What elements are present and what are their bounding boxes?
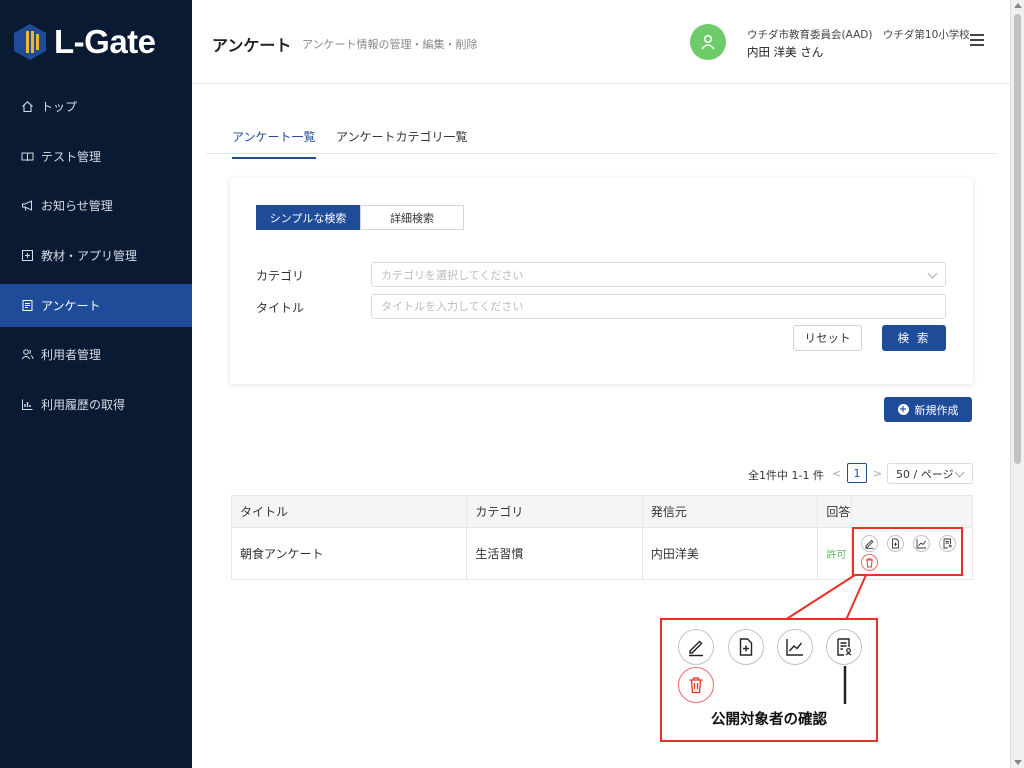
sidebar-item-users[interactable]: 利用者管理 — [0, 333, 192, 376]
pencil-icon — [689, 640, 703, 657]
user-name: 内田 洋美 さん — [747, 45, 824, 59]
column-header-actions — [852, 496, 972, 527]
users-icon — [20, 348, 34, 362]
page-size-value: 50 / ページ — [896, 467, 954, 481]
plus-icon: + — [897, 404, 909, 415]
category-label: カテゴリ — [256, 269, 305, 283]
sidebar-item-test[interactable]: テスト管理 — [0, 135, 192, 178]
edit-icon-large — [678, 629, 714, 665]
advanced-search-button[interactable]: 詳細検索 — [360, 205, 464, 230]
title-label: タイトル — [256, 301, 305, 315]
row-sender: 内田洋美 — [643, 528, 819, 579]
tab-survey-list[interactable]: アンケート一覧 — [232, 128, 316, 159]
pagination-prev[interactable]: < — [832, 467, 841, 480]
row-category: 生活習慣 — [467, 528, 643, 579]
delete-icon-large — [678, 667, 714, 703]
callout-pointer-line — [843, 666, 847, 704]
home-icon — [20, 100, 34, 114]
file-plus-icon — [739, 638, 753, 656]
callout-label: 公開対象者の確認 — [711, 712, 827, 728]
scrollbar-thumb[interactable] — [1014, 14, 1021, 464]
tab-survey-category-list[interactable]: アンケートカテゴリ一覧 — [336, 128, 468, 157]
action-icons-highlight — [852, 527, 963, 576]
sidebar: L-Gate トップ テスト管理 お知らせ管理 教材・アプリ管理 アンケート 利… — [0, 0, 192, 768]
sidebar-item-top[interactable]: トップ — [0, 85, 192, 128]
pagination-total: 全1件中 1-1 件 — [748, 469, 824, 482]
tabs: アンケート一覧 アンケートカテゴリ一覧 — [206, 118, 996, 159]
status-badge: 許可 — [826, 550, 847, 561]
sidebar-item-label: アンケート — [41, 298, 101, 313]
sidebar-nav: トップ テスト管理 お知らせ管理 教材・アプリ管理 アンケート 利用者管理 利用… — [0, 85, 192, 426]
line-chart-icon — [786, 639, 803, 656]
sidebar-item-label: 教材・アプリ管理 — [41, 249, 138, 264]
user-icon — [701, 34, 715, 50]
reset-button[interactable]: リセット — [793, 325, 862, 351]
row-title: 朝食アンケート — [232, 528, 468, 579]
scroll-down-arrow-icon[interactable] — [1014, 760, 1022, 765]
gate-logo-icon — [14, 24, 46, 60]
check-audience-icon-large — [826, 629, 862, 665]
trash-icon — [689, 677, 703, 694]
logo[interactable]: L-Gate — [0, 0, 192, 84]
logo-text: L-Gate — [54, 23, 156, 60]
header: アンケート アンケート情報の管理・編集・削除 ウチダ市教育委員会(AAD) ウチ… — [192, 0, 1010, 84]
page-size-select[interactable]: 50 / ページ — [887, 463, 973, 484]
page-subtitle: アンケート情報の管理・編集・削除 — [302, 38, 478, 51]
sidebar-item-apps[interactable]: 教材・アプリ管理 — [0, 234, 192, 277]
chevron-down-icon — [954, 467, 965, 478]
search-mode-toggle: シンプルな検索 詳細検索 — [256, 205, 464, 230]
page-title: アンケート — [212, 36, 292, 55]
new-survey-label: 新規作成 — [914, 403, 959, 417]
category-placeholder: カテゴリを選択してください — [381, 268, 524, 282]
callout-panel: 公開対象者の確認 — [660, 618, 878, 742]
megaphone-icon — [20, 199, 34, 213]
column-header-title: タイトル — [232, 496, 468, 527]
main-content: アンケート アンケート情報の管理・編集・削除 ウチダ市教育委員会(AAD) ウチ… — [192, 0, 1010, 768]
survey-icon — [20, 298, 34, 312]
category-select[interactable]: カテゴリを選択してください — [371, 262, 946, 287]
column-header-category: カテゴリ — [467, 496, 643, 527]
chart-icon — [20, 398, 34, 412]
hamburger-menu-icon[interactable] — [970, 34, 984, 48]
column-header-answers: 回答 — [818, 496, 853, 527]
scroll-up-arrow-icon[interactable] — [1014, 3, 1022, 8]
sidebar-item-label: テスト管理 — [41, 149, 102, 164]
pagination-next[interactable]: > — [873, 467, 882, 480]
document-user-icon — [837, 638, 852, 656]
results-icon-large — [777, 629, 813, 665]
app-icon — [20, 249, 34, 263]
sidebar-item-survey[interactable]: アンケート — [0, 283, 192, 327]
sidebar-item-history[interactable]: 利用履歴の取得 — [0, 383, 192, 426]
chevron-down-icon — [927, 268, 938, 279]
sidebar-item-label: 利用者管理 — [41, 348, 102, 363]
search-button[interactable]: 検 索 — [882, 325, 946, 351]
simple-search-button[interactable]: シンプルな検索 — [256, 205, 360, 230]
page-scrollbar[interactable] — [1010, 0, 1024, 768]
sidebar-item-notice[interactable]: お知らせ管理 — [0, 184, 192, 227]
book-icon — [20, 149, 34, 163]
table-header: タイトル カテゴリ 発信元 回答 — [232, 496, 972, 528]
title-field — [371, 294, 946, 319]
sidebar-item-label: トップ — [41, 100, 78, 114]
add-question-icon-large — [728, 629, 764, 665]
new-survey-button[interactable]: + 新規作成 — [884, 397, 972, 422]
search-panel: シンプルな検索 詳細検索 カテゴリ カテゴリを選択してください タイトル リセッ… — [230, 178, 973, 384]
sidebar-item-label: 利用履歴の取得 — [41, 398, 126, 413]
pagination-current-page[interactable]: 1 — [847, 463, 867, 483]
avatar[interactable] — [690, 24, 726, 60]
org-name: ウチダ市教育委員会(AAD) ウチダ第10小学校 — [747, 29, 970, 41]
sidebar-item-label: お知らせ管理 — [41, 199, 113, 214]
column-header-sender: 発信元 — [643, 496, 819, 527]
title-input[interactable] — [381, 300, 945, 313]
